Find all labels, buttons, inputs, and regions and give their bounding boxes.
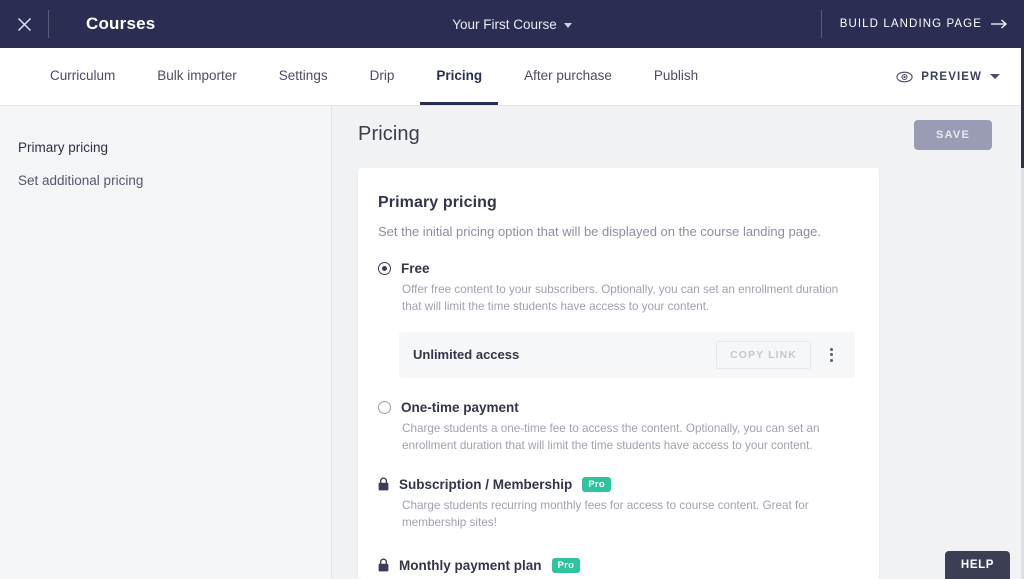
pro-badge: Pro: [551, 558, 581, 573]
option-label: One-time payment: [401, 399, 519, 415]
option-header: One-time payment: [378, 400, 855, 415]
topbar-right-divider: [820, 10, 822, 38]
tab-pricing[interactable]: Pricing: [420, 48, 499, 105]
section-tabs-bar: Curriculum Bulk importer Settings Drip P…: [0, 48, 1024, 106]
app-title: Courses: [86, 14, 156, 33]
tab-drip[interactable]: Drip: [354, 48, 411, 105]
preview-button[interactable]: PREVIEW: [896, 48, 1024, 105]
card-title: Primary pricing: [378, 194, 497, 211]
topbar-right-group: BUILD LANDING PAGE: [820, 0, 1024, 48]
radio-one-time-payment[interactable]: [378, 400, 391, 414]
lock-icon: [378, 477, 389, 491]
pricing-option-subscription-membership[interactable]: Subscription / Membership Pro Charge stu…: [378, 477, 855, 532]
pricing-option-monthly-payment-plan[interactable]: Monthly payment plan Pro Split the full …: [378, 558, 855, 579]
kebab-dot: [829, 353, 833, 357]
pricing-sidebar: Primary pricing Set additional pricing: [0, 106, 332, 579]
option-label: Free: [401, 261, 430, 276]
eye-icon: [896, 71, 913, 82]
primary-pricing-card: Primary pricing Set the initial pricing …: [358, 168, 879, 579]
app-root: Courses Your First Course BUILD LANDING …: [0, 0, 1024, 579]
tab-label: Settings: [278, 67, 328, 83]
course-selector[interactable]: Your First Course: [452, 17, 572, 32]
help-button[interactable]: HELP: [944, 551, 1010, 579]
option-header: Subscription / Membership Pro: [378, 477, 855, 492]
copy-link-button[interactable]: COPY LINK: [716, 340, 811, 369]
close-button[interactable]: [0, 0, 48, 48]
pricing-option-free[interactable]: Free Offer free content to your subscrib…: [378, 261, 855, 316]
tab-settings[interactable]: Settings: [263, 48, 344, 105]
pricing-content: Pricing SAVE Primary pricing Set the ini…: [332, 106, 1024, 579]
tab-bulk-importer[interactable]: Bulk importer: [141, 48, 253, 105]
pro-badge: Pro: [582, 477, 612, 492]
chevron-down-icon: [990, 74, 1000, 79]
unlimited-access-row: Unlimited access COPY LINK: [399, 331, 855, 378]
option-description: Charge students recurring monthly fees f…: [402, 498, 809, 529]
kebab-dot: [829, 347, 833, 351]
preview-label: PREVIEW: [921, 70, 982, 83]
sidebar-item-primary-pricing[interactable]: Primary pricing: [0, 131, 331, 164]
tab-label: Pricing: [436, 67, 483, 83]
close-icon: [17, 17, 31, 31]
lock-icon: [378, 558, 389, 572]
sidebar-item-label: Set additional pricing: [18, 173, 144, 188]
option-description: Offer free content to your subscribers. …: [402, 283, 839, 313]
tab-publish[interactable]: Publish: [638, 48, 714, 105]
content-header: Pricing SAVE: [332, 106, 1024, 163]
course-selector-label: Your First Course: [452, 16, 557, 32]
section-tabs: Curriculum Bulk importer Settings Drip P…: [0, 48, 724, 105]
tab-label: After purchase: [524, 67, 612, 83]
card-subtitle: Set the initial pricing option that will…: [378, 224, 822, 239]
tab-label: Curriculum: [50, 67, 116, 83]
build-landing-page-label: BUILD LANDING PAGE: [839, 18, 982, 30]
tab-label: Bulk importer: [157, 67, 237, 83]
radio-free[interactable]: [378, 262, 391, 275]
page-body: Primary pricing Set additional pricing P…: [0, 106, 1024, 579]
unlimited-access-label: Unlimited access: [413, 347, 520, 363]
option-header: Free: [378, 261, 855, 276]
build-landing-page-button[interactable]: BUILD LANDING PAGE: [840, 18, 1024, 30]
option-label: Monthly payment plan: [399, 557, 542, 573]
kebab-dot: [829, 358, 833, 362]
kebab-menu-icon[interactable]: [817, 341, 845, 369]
topbar-left-divider: [48, 10, 49, 38]
tab-label: Publish: [653, 67, 699, 83]
option-header: Monthly payment plan Pro: [378, 558, 855, 573]
tab-curriculum[interactable]: Curriculum: [34, 48, 131, 105]
sidebar-item-set-additional-pricing[interactable]: Set additional pricing: [0, 164, 331, 197]
chevron-down-icon: [563, 22, 572, 28]
tab-label: Drip: [369, 67, 395, 83]
save-button[interactable]: SAVE: [914, 120, 992, 150]
tab-after-purchase[interactable]: After purchase: [508, 48, 628, 105]
page-title: Pricing: [358, 123, 420, 145]
option-label: Subscription / Membership: [399, 476, 573, 492]
sidebar-item-label: Primary pricing: [18, 140, 109, 155]
option-description: Charge students a one-time fee to access…: [402, 421, 820, 452]
arrow-right-icon: [991, 19, 1007, 29]
top-navigation-bar: Courses Your First Course BUILD LANDING …: [0, 0, 1024, 48]
pricing-option-one-time-payment[interactable]: One-time payment Charge students a one-t…: [378, 400, 855, 455]
